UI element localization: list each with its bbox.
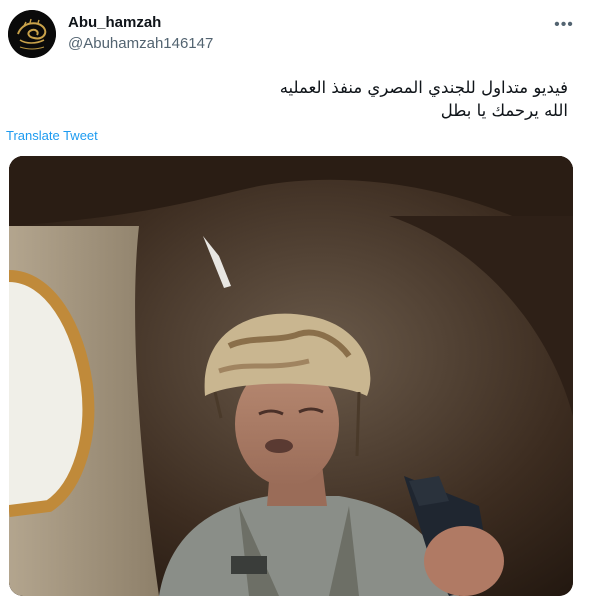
translate-tweet-link[interactable]: Translate Tweet bbox=[6, 128, 98, 143]
more-options-icon[interactable]: ••• bbox=[551, 14, 577, 36]
tweet-text-line: الله يرحمك يا بطل bbox=[440, 101, 568, 120]
tweet-text-line: فيديو متداول للجندي المصري منفذ العمليه bbox=[279, 78, 568, 97]
video-thumbnail-image bbox=[9, 156, 573, 596]
author-name[interactable]: Abu_hamzah bbox=[68, 14, 161, 31]
tweet-media-video[interactable] bbox=[9, 156, 573, 596]
calligraphy-logo-icon bbox=[8, 10, 56, 58]
author-handle[interactable]: @Abuhamzah146147 bbox=[68, 35, 213, 52]
tweet-text: فيديو متداول للجندي المصري منفذ العمليه … bbox=[48, 76, 568, 122]
tweet: Abu_hamzah @Abuhamzah146147 ••• فيديو مت… bbox=[0, 0, 594, 596]
author-avatar[interactable] bbox=[8, 10, 56, 58]
